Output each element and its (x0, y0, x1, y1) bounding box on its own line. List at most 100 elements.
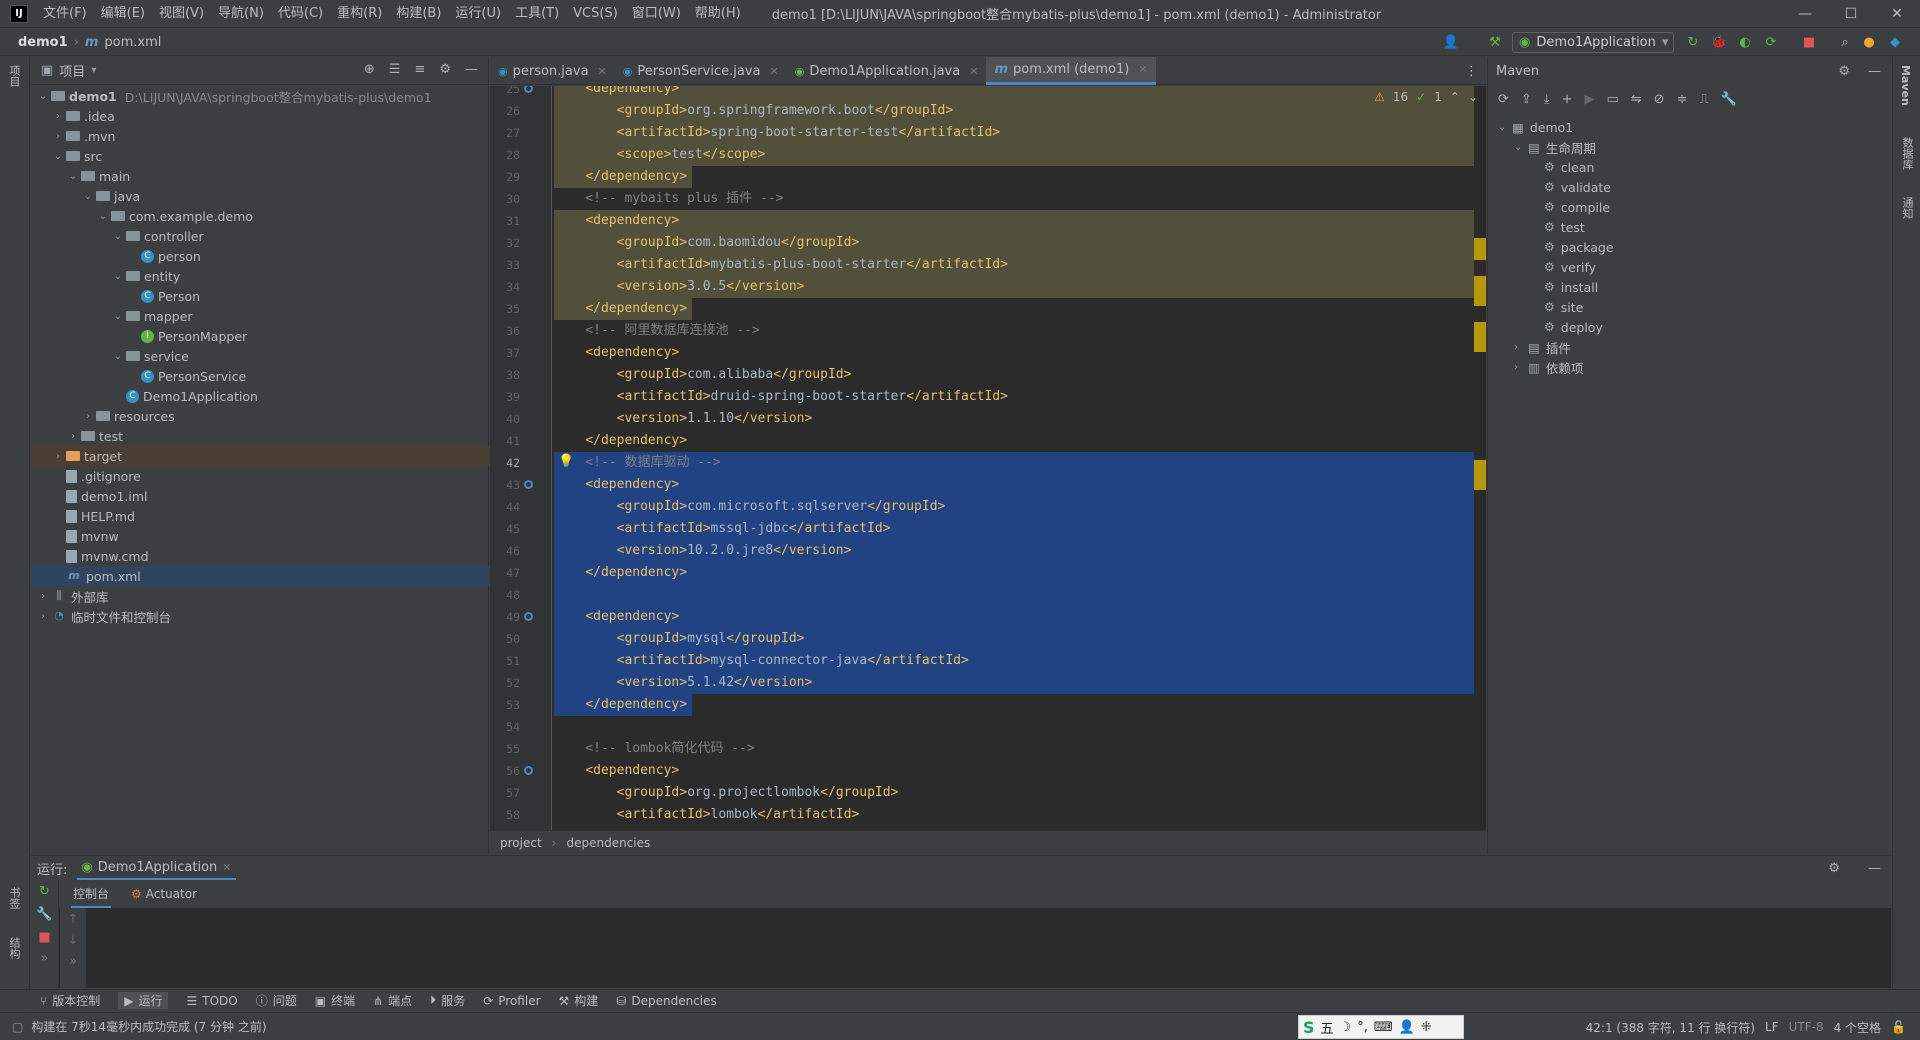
collapse-icon[interactable]: ≑ (1677, 92, 1688, 107)
menu-refactor[interactable]: 重构(R) (330, 0, 389, 28)
run-config-selector[interactable]: ◉ Demo1Application ▾ (1512, 32, 1674, 53)
expand-all-icon[interactable]: ☰ (389, 62, 401, 77)
hide-icon[interactable]: — (1868, 861, 1881, 876)
maven-tool-tab[interactable]: Maven (1899, 65, 1912, 106)
build-hammer-icon[interactable]: ⚒ (1486, 33, 1504, 51)
tree-item[interactable]: ⌄ entity (31, 266, 489, 286)
tree-item[interactable]: ⌄ service (31, 346, 489, 366)
breadcrumb-dependencies[interactable]: dependencies (566, 836, 650, 850)
code-editor[interactable]: 25 26 27 28 29 30 31 32 33 34 35 36 37 38 39 40 41 42 43 44… (490, 86, 1486, 830)
tree-item[interactable]: C Demo1Application (31, 386, 489, 406)
close-icon[interactable]: ✕ (769, 65, 778, 78)
maximize-button[interactable]: ☐ (1828, 0, 1874, 28)
tree-item[interactable]: › ◔ 临时文件和控制台 (31, 606, 489, 626)
chevron-down-icon[interactable]: ⌄ (112, 231, 124, 242)
tabs-more-icon[interactable]: ⋮ (1457, 57, 1486, 85)
maven-goal[interactable]: ⚙ verify (1488, 257, 1891, 277)
caret-position[interactable]: 42:1 (388 字符, 11 行 换行符) (1586, 1019, 1755, 1036)
stop-icon[interactable]: ■ (1800, 33, 1818, 51)
database-tool-tab[interactable]: 数据库 (1899, 137, 1915, 170)
more-icon[interactable]: » (60, 954, 86, 969)
notifications-tool-tab[interactable]: 通知 (1899, 197, 1915, 219)
dependency-gutter-icon[interactable] (524, 86, 533, 93)
maven-lifecycle[interactable]: ⌄ ▤ 生命周期 (1488, 137, 1891, 157)
chevron-right-icon[interactable]: › (52, 111, 64, 122)
coverage-icon[interactable]: ◐ (1736, 33, 1754, 51)
chevron-down-icon[interactable]: ⌄ (1468, 90, 1478, 104)
editor-tab[interactable]: ◉ person.java ✕ (490, 57, 615, 85)
tree-item[interactable]: ⌄ src (31, 146, 489, 166)
run-icon[interactable]: ▶ (1584, 92, 1594, 107)
menu-vcs[interactable]: VCS(S) (566, 0, 625, 28)
close-window-button[interactable]: ✕ (1874, 0, 1920, 28)
close-icon[interactable]: ✕ (598, 65, 607, 78)
breadcrumb-project[interactable]: project (500, 836, 542, 850)
intention-bulb-icon[interactable]: 💡 (558, 454, 574, 469)
update-icon[interactable]: ● (1860, 33, 1878, 51)
line-separator[interactable]: LF (1765, 1020, 1779, 1034)
tree-item[interactable]: Cperson (31, 246, 489, 266)
menu-build[interactable]: 构建(B) (389, 0, 448, 28)
chevron-right-icon[interactable]: › (37, 591, 49, 602)
project-panel-title[interactable]: 项目 (59, 61, 85, 80)
close-icon[interactable]: ✕ (969, 65, 978, 78)
tree-item[interactable]: mvnw.cmd (31, 546, 489, 566)
wrench-icon[interactable]: 🔧 (31, 907, 58, 922)
actuator-tab[interactable]: ⚙ Actuator (131, 887, 197, 901)
chevron-down-icon[interactable]: ▾ (91, 65, 96, 76)
close-icon[interactable]: ✕ (1138, 63, 1147, 76)
tool-window-button[interactable]: ☰ TODO (186, 994, 237, 1008)
tree-item[interactable]: ⌄ java (31, 186, 489, 206)
more-icon[interactable]: » (31, 951, 58, 966)
maven-goal[interactable]: ⚙ test (1488, 217, 1891, 237)
editor-tab[interactable]: m pom.xml (demo1) ✕ (986, 57, 1156, 85)
reload-icon[interactable]: ⟳ (1498, 92, 1509, 107)
maven-goal[interactable]: ⚙ deploy (1488, 317, 1891, 337)
file-encoding[interactable]: UTF-8 (1789, 1020, 1824, 1034)
maven-dependencies[interactable]: › ▥ 依赖项 (1488, 357, 1891, 377)
tree-item[interactable]: m pom.xml (31, 566, 489, 586)
tool-window-button[interactable]: ⏵ 服务 (430, 992, 465, 1009)
tool-window-button[interactable]: ▶ 运行 (118, 992, 169, 1009)
chevron-down-icon[interactable]: ⌄ (82, 191, 94, 202)
skip-tests-icon[interactable]: ⊘ (1654, 92, 1665, 107)
maven-goal[interactable]: ⚙ site (1488, 297, 1891, 317)
toggle-offline-icon[interactable]: ⇋ (1631, 92, 1642, 107)
toolbox-icon[interactable]: ◆ (1886, 33, 1904, 51)
show-deps-icon[interactable]: ⎍ (1699, 92, 1708, 107)
download-icon[interactable]: ⤓ (1544, 92, 1550, 107)
lock-icon[interactable]: 🔓 (1891, 1020, 1906, 1034)
tool-window-button[interactable]: ⋔ 端点 (373, 992, 412, 1009)
maven-goal[interactable]: ⚙ compile (1488, 197, 1891, 217)
minimize-button[interactable]: — (1782, 0, 1828, 28)
tree-item[interactable]: › test (31, 426, 489, 446)
tree-item[interactable]: C PersonService (31, 366, 489, 386)
tree-item[interactable]: › ⫼ 外部库 (31, 586, 489, 606)
gear-icon[interactable]: ⚙ (1838, 64, 1850, 79)
collapse-all-icon[interactable]: ≡ (414, 62, 425, 77)
menu-edit[interactable]: 编辑(E) (94, 0, 152, 28)
arrow-down-icon[interactable]: ↓ (60, 933, 86, 948)
arrow-up-icon[interactable]: ↑ (60, 912, 86, 927)
menu-help[interactable]: 帮助(H) (688, 0, 748, 28)
tree-item[interactable]: ⌄ mapper (31, 306, 489, 326)
tree-item[interactable]: › resources (31, 406, 489, 426)
chevron-down-icon[interactable]: ⌄ (52, 151, 64, 162)
tree-item[interactable]: ⌄ main (31, 166, 489, 186)
maven-goal[interactable]: ⚙ validate (1488, 177, 1891, 197)
menu-tools[interactable]: 工具(T) (508, 0, 566, 28)
hide-icon[interactable]: — (465, 62, 478, 77)
gear-icon[interactable]: ⚙ (1828, 861, 1840, 876)
tool-window-button[interactable]: ⛁ Dependencies (616, 994, 716, 1008)
editor-tab[interactable]: ◉ Demo1Application.java ✕ (787, 57, 987, 85)
chevron-right-icon[interactable]: › (37, 611, 49, 622)
chevron-up-icon[interactable]: ⌃ (1450, 90, 1460, 104)
nav-file[interactable]: pom.xml (104, 35, 161, 50)
rerun-icon[interactable]: ↻ (1684, 33, 1702, 51)
dependency-gutter-icon[interactable] (524, 480, 533, 489)
chevron-down-icon[interactable]: ⌄ (67, 171, 79, 182)
ime-toolbar[interactable]: S 五 ☽ °, ⌨ 👤 ⁜ (1298, 1015, 1464, 1039)
debug-icon[interactable]: 🐞 (1710, 33, 1728, 51)
wrench-icon[interactable]: 🔧 (1721, 92, 1737, 107)
menu-run[interactable]: 运行(U) (448, 0, 508, 28)
